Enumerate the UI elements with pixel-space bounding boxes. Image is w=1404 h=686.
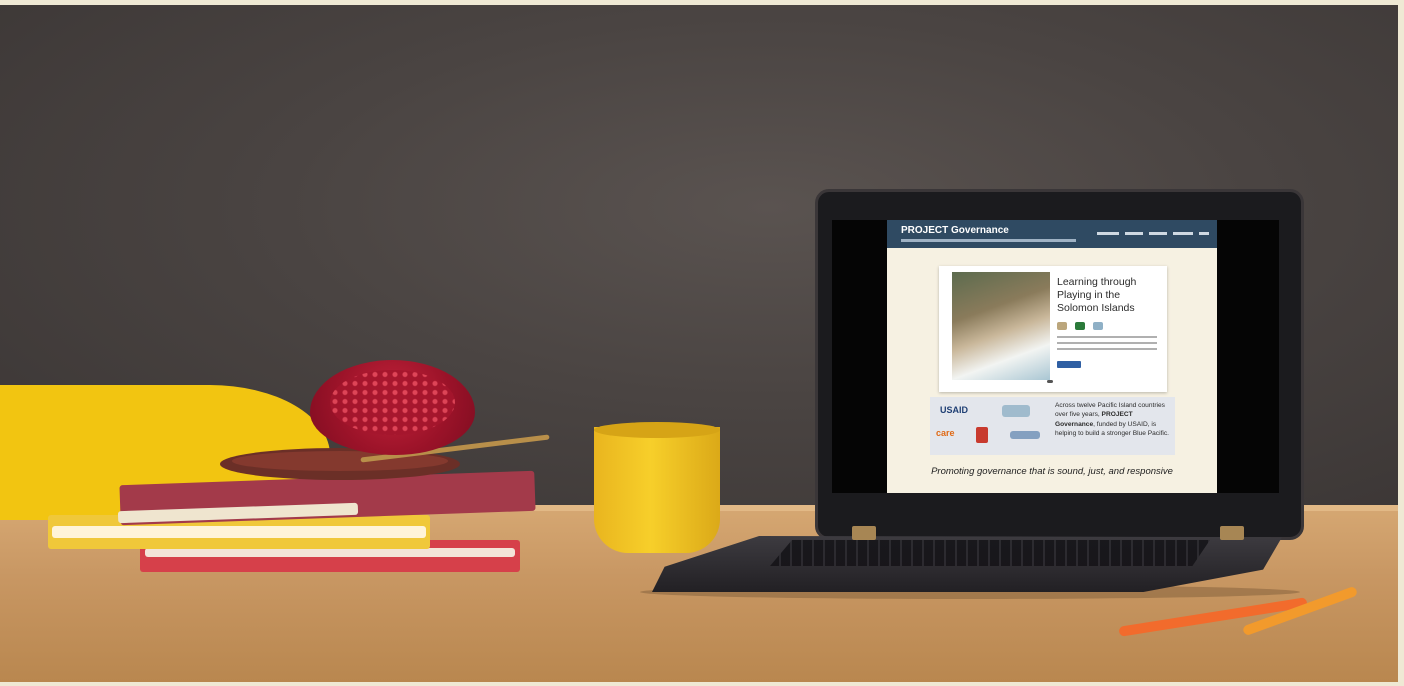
partner-logo	[976, 427, 988, 443]
promo-heading: Promoting governance that is sound, just…	[931, 466, 1173, 477]
site-title: PROJECT Governance	[901, 225, 1009, 236]
screen-black-left	[832, 220, 887, 493]
partners-panel: USAID care Across twelve Pacific Island …	[930, 397, 1175, 455]
site-nav	[1097, 232, 1209, 235]
nav-item	[1125, 232, 1143, 235]
nav-item	[1149, 232, 1167, 235]
nav-item	[1199, 232, 1209, 235]
slide-title: Learning through Playing in the Solomon …	[1057, 276, 1137, 314]
usaid-logo: USAID	[940, 405, 969, 415]
pomegranate-seeds	[330, 370, 455, 435]
slide-text	[1057, 336, 1157, 354]
partner-logo	[1093, 322, 1103, 330]
frame-right	[1398, 0, 1404, 686]
slide-button	[1057, 361, 1081, 368]
laptop-hinge-right	[1220, 526, 1244, 540]
frame-bottom	[0, 682, 1404, 686]
laptop-screen: PROJECT Governance Learning through Play…	[887, 220, 1217, 493]
carousel-slide: Learning through Playing in the Solomon …	[939, 266, 1167, 392]
slide-photo	[952, 272, 1050, 380]
site-header: PROJECT Governance	[887, 220, 1217, 248]
screen-black-right	[1217, 220, 1279, 493]
laptop-hinge-left	[852, 526, 876, 540]
partners-text: Across twelve Pacific Island countries o…	[1055, 401, 1173, 439]
partner-logo	[1010, 431, 1040, 439]
nav-item	[1173, 232, 1193, 235]
site-tagline	[901, 239, 1076, 242]
keyboard	[770, 540, 1210, 566]
yellow-cup	[594, 427, 720, 553]
flag-icon	[1075, 322, 1085, 330]
carousel-dots	[1047, 380, 1053, 383]
cup-rim	[594, 422, 720, 438]
partner-logo	[1057, 322, 1067, 330]
care-logo: care	[936, 428, 955, 438]
frame-top	[0, 0, 1404, 5]
nav-item	[1097, 232, 1119, 235]
partner-logo	[1002, 405, 1030, 417]
red-book-pages	[145, 548, 515, 557]
photo-scene: PROJECT Governance Learning through Play…	[0, 0, 1404, 686]
slide-logos	[1057, 322, 1103, 330]
yellow-book-pages	[52, 526, 426, 538]
